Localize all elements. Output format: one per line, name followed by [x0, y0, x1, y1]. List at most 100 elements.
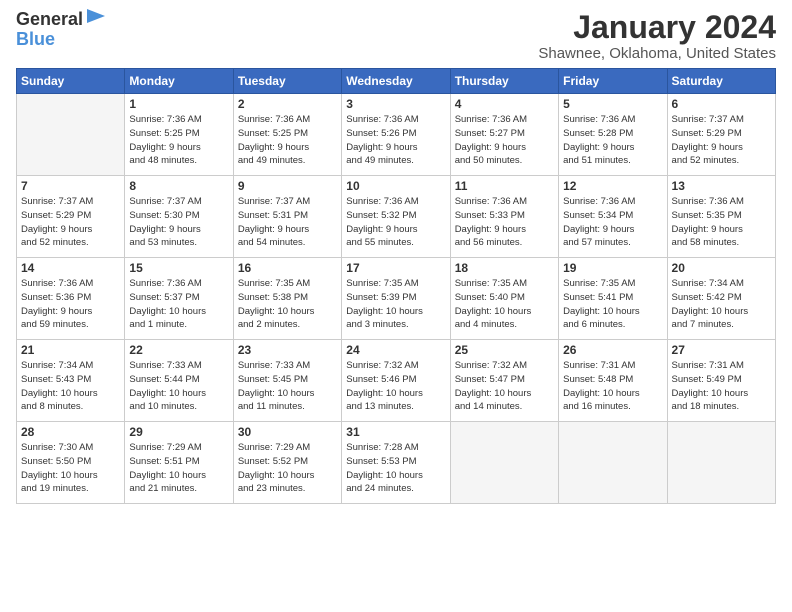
calendar-cell: 15 Sunrise: 7:36 AMSunset: 5:37 PMDayligh…: [125, 258, 233, 340]
cell-info: Sunrise: 7:37 AMSunset: 5:29 PMDaylight:…: [21, 195, 120, 250]
calendar-cell: 31 Sunrise: 7:28 AMSunset: 5:53 PMDayligh…: [342, 422, 450, 504]
title-block: January 2024 Shawnee, Oklahoma, United S…: [538, 10, 776, 62]
calendar-table: SundayMondayTuesdayWednesdayThursdayFrid…: [16, 68, 776, 504]
day-number: 15: [129, 261, 228, 275]
day-number: 16: [238, 261, 337, 275]
cell-info: Sunrise: 7:32 AMSunset: 5:47 PMDaylight:…: [455, 359, 554, 414]
cell-info: Sunrise: 7:36 AMSunset: 5:33 PMDaylight:…: [455, 195, 554, 250]
calendar-cell: 13 Sunrise: 7:36 AMSunset: 5:35 PMDayligh…: [667, 176, 775, 258]
cell-info: Sunrise: 7:35 AMSunset: 5:40 PMDaylight:…: [455, 277, 554, 332]
calendar-cell: 21 Sunrise: 7:34 AMSunset: 5:43 PMDayligh…: [17, 340, 125, 422]
calendar-cell: 14 Sunrise: 7:36 AMSunset: 5:36 PMDayligh…: [17, 258, 125, 340]
calendar-cell: 11 Sunrise: 7:36 AMSunset: 5:33 PMDayligh…: [450, 176, 558, 258]
day-number: 14: [21, 261, 120, 275]
calendar-cell: 27 Sunrise: 7:31 AMSunset: 5:49 PMDayligh…: [667, 340, 775, 422]
logo-text-blue: Blue: [16, 30, 55, 50]
day-number: 13: [672, 179, 771, 193]
header-cell-saturday: Saturday: [667, 69, 775, 94]
calendar-cell: 8Sunrise: 7:37 AMSunset: 5:30 PMDaylight…: [125, 176, 233, 258]
calendar-cell: 28 Sunrise: 7:30 AMSunset: 5:50 PMDayligh…: [17, 422, 125, 504]
calendar-cell: 23 Sunrise: 7:33 AMSunset: 5:45 PMDayligh…: [233, 340, 341, 422]
calendar-cell: 3 Sunrise: 7:36 AMSunset: 5:26 PMDaylight…: [342, 94, 450, 176]
cell-info: Sunrise: 7:31 AMSunset: 5:48 PMDaylight:…: [563, 359, 662, 414]
week-row-1: 1 Sunrise: 7:36 AMSunset: 5:25 PMDaylight…: [17, 94, 776, 176]
calendar-cell: 16Sunrise: 7:35 AMSunset: 5:38 PMDayligh…: [233, 258, 341, 340]
cell-info: Sunrise: 7:33 AMSunset: 5:44 PMDaylight:…: [129, 359, 228, 414]
day-number: 6: [672, 97, 771, 111]
day-number: 26: [563, 343, 662, 357]
cell-info: Sunrise: 7:36 AMSunset: 5:26 PMDaylight:…: [346, 113, 445, 168]
calendar-cell: 24 Sunrise: 7:32 AMSunset: 5:46 PMDayligh…: [342, 340, 450, 422]
calendar-cell: 25Sunrise: 7:32 AMSunset: 5:47 PMDayligh…: [450, 340, 558, 422]
cell-info: Sunrise: 7:28 AMSunset: 5:53 PMDaylight:…: [346, 441, 445, 496]
day-number: 31: [346, 425, 445, 439]
day-number: 10: [346, 179, 445, 193]
header-cell-tuesday: Tuesday: [233, 69, 341, 94]
calendar-cell: [17, 94, 125, 176]
day-number: 12: [563, 179, 662, 193]
cell-info: Sunrise: 7:31 AMSunset: 5:49 PMDaylight:…: [672, 359, 771, 414]
header-cell-friday: Friday: [559, 69, 667, 94]
day-number: 17: [346, 261, 445, 275]
week-row-2: 7 Sunrise: 7:37 AMSunset: 5:29 PMDaylight…: [17, 176, 776, 258]
day-number: 20: [672, 261, 771, 275]
calendar-cell: 7 Sunrise: 7:37 AMSunset: 5:29 PMDaylight…: [17, 176, 125, 258]
cell-info: Sunrise: 7:36 AMSunset: 5:25 PMDaylight:…: [129, 113, 228, 168]
cell-info: Sunrise: 7:34 AMSunset: 5:43 PMDaylight:…: [21, 359, 120, 414]
logo-icon: [85, 5, 107, 27]
cell-info: Sunrise: 7:36 AMSunset: 5:34 PMDaylight:…: [563, 195, 662, 250]
day-number: 5: [563, 97, 662, 111]
cell-info: Sunrise: 7:36 AMSunset: 5:36 PMDaylight:…: [21, 277, 120, 332]
day-number: 22: [129, 343, 228, 357]
cell-info: Sunrise: 7:35 AMSunset: 5:39 PMDaylight:…: [346, 277, 445, 332]
calendar-cell: 1 Sunrise: 7:36 AMSunset: 5:25 PMDaylight…: [125, 94, 233, 176]
header-cell-sunday: Sunday: [17, 69, 125, 94]
calendar-cell: 6Sunrise: 7:37 AMSunset: 5:29 PMDaylight…: [667, 94, 775, 176]
calendar-cell: [559, 422, 667, 504]
cell-info: Sunrise: 7:35 AMSunset: 5:41 PMDaylight:…: [563, 277, 662, 332]
calendar-cell: 2Sunrise: 7:36 AMSunset: 5:25 PMDaylight…: [233, 94, 341, 176]
day-number: 23: [238, 343, 337, 357]
cell-info: Sunrise: 7:33 AMSunset: 5:45 PMDaylight:…: [238, 359, 337, 414]
day-number: 2: [238, 97, 337, 111]
calendar-cell: [667, 422, 775, 504]
week-row-4: 21 Sunrise: 7:34 AMSunset: 5:43 PMDayligh…: [17, 340, 776, 422]
day-number: 29: [129, 425, 228, 439]
calendar-cell: 26 Sunrise: 7:31 AMSunset: 5:48 PMDayligh…: [559, 340, 667, 422]
calendar-cell: 22 Sunrise: 7:33 AMSunset: 5:44 PMDayligh…: [125, 340, 233, 422]
location-title: Shawnee, Oklahoma, United States: [538, 45, 776, 62]
logo-text-general: General: [16, 10, 83, 30]
day-number: 24: [346, 343, 445, 357]
calendar-cell: [450, 422, 558, 504]
header-cell-wednesday: Wednesday: [342, 69, 450, 94]
week-row-3: 14 Sunrise: 7:36 AMSunset: 5:36 PMDayligh…: [17, 258, 776, 340]
day-number: 11: [455, 179, 554, 193]
cell-info: Sunrise: 7:36 AMSunset: 5:35 PMDaylight:…: [672, 195, 771, 250]
week-row-5: 28 Sunrise: 7:30 AMSunset: 5:50 PMDayligh…: [17, 422, 776, 504]
page-container: General Blue January 2024 Shawnee, Oklah…: [0, 0, 792, 514]
calendar-cell: 12 Sunrise: 7:36 AMSunset: 5:34 PMDayligh…: [559, 176, 667, 258]
day-number: 1: [129, 97, 228, 111]
day-number: 18: [455, 261, 554, 275]
cell-info: Sunrise: 7:37 AMSunset: 5:30 PMDaylight:…: [129, 195, 228, 250]
day-number: 19: [563, 261, 662, 275]
cell-info: Sunrise: 7:36 AMSunset: 5:28 PMDaylight:…: [563, 113, 662, 168]
cell-info: Sunrise: 7:36 AMSunset: 5:37 PMDaylight:…: [129, 277, 228, 332]
cell-info: Sunrise: 7:36 AMSunset: 5:27 PMDaylight:…: [455, 113, 554, 168]
day-number: 3: [346, 97, 445, 111]
header-cell-monday: Monday: [125, 69, 233, 94]
calendar-cell: 17 Sunrise: 7:35 AMSunset: 5:39 PMDayligh…: [342, 258, 450, 340]
header: General Blue January 2024 Shawnee, Oklah…: [16, 10, 776, 62]
cell-info: Sunrise: 7:34 AMSunset: 5:42 PMDaylight:…: [672, 277, 771, 332]
cell-info: Sunrise: 7:32 AMSunset: 5:46 PMDaylight:…: [346, 359, 445, 414]
day-number: 21: [21, 343, 120, 357]
month-title: January 2024: [538, 10, 776, 45]
calendar-cell: 18 Sunrise: 7:35 AMSunset: 5:40 PMDayligh…: [450, 258, 558, 340]
logo: General Blue: [16, 10, 107, 50]
day-number: 7: [21, 179, 120, 193]
day-number: 27: [672, 343, 771, 357]
cell-info: Sunrise: 7:30 AMSunset: 5:50 PMDaylight:…: [21, 441, 120, 496]
calendar-cell: 20 Sunrise: 7:34 AMSunset: 5:42 PMDayligh…: [667, 258, 775, 340]
day-number: 28: [21, 425, 120, 439]
calendar-cell: 4Sunrise: 7:36 AMSunset: 5:27 PMDaylight…: [450, 94, 558, 176]
